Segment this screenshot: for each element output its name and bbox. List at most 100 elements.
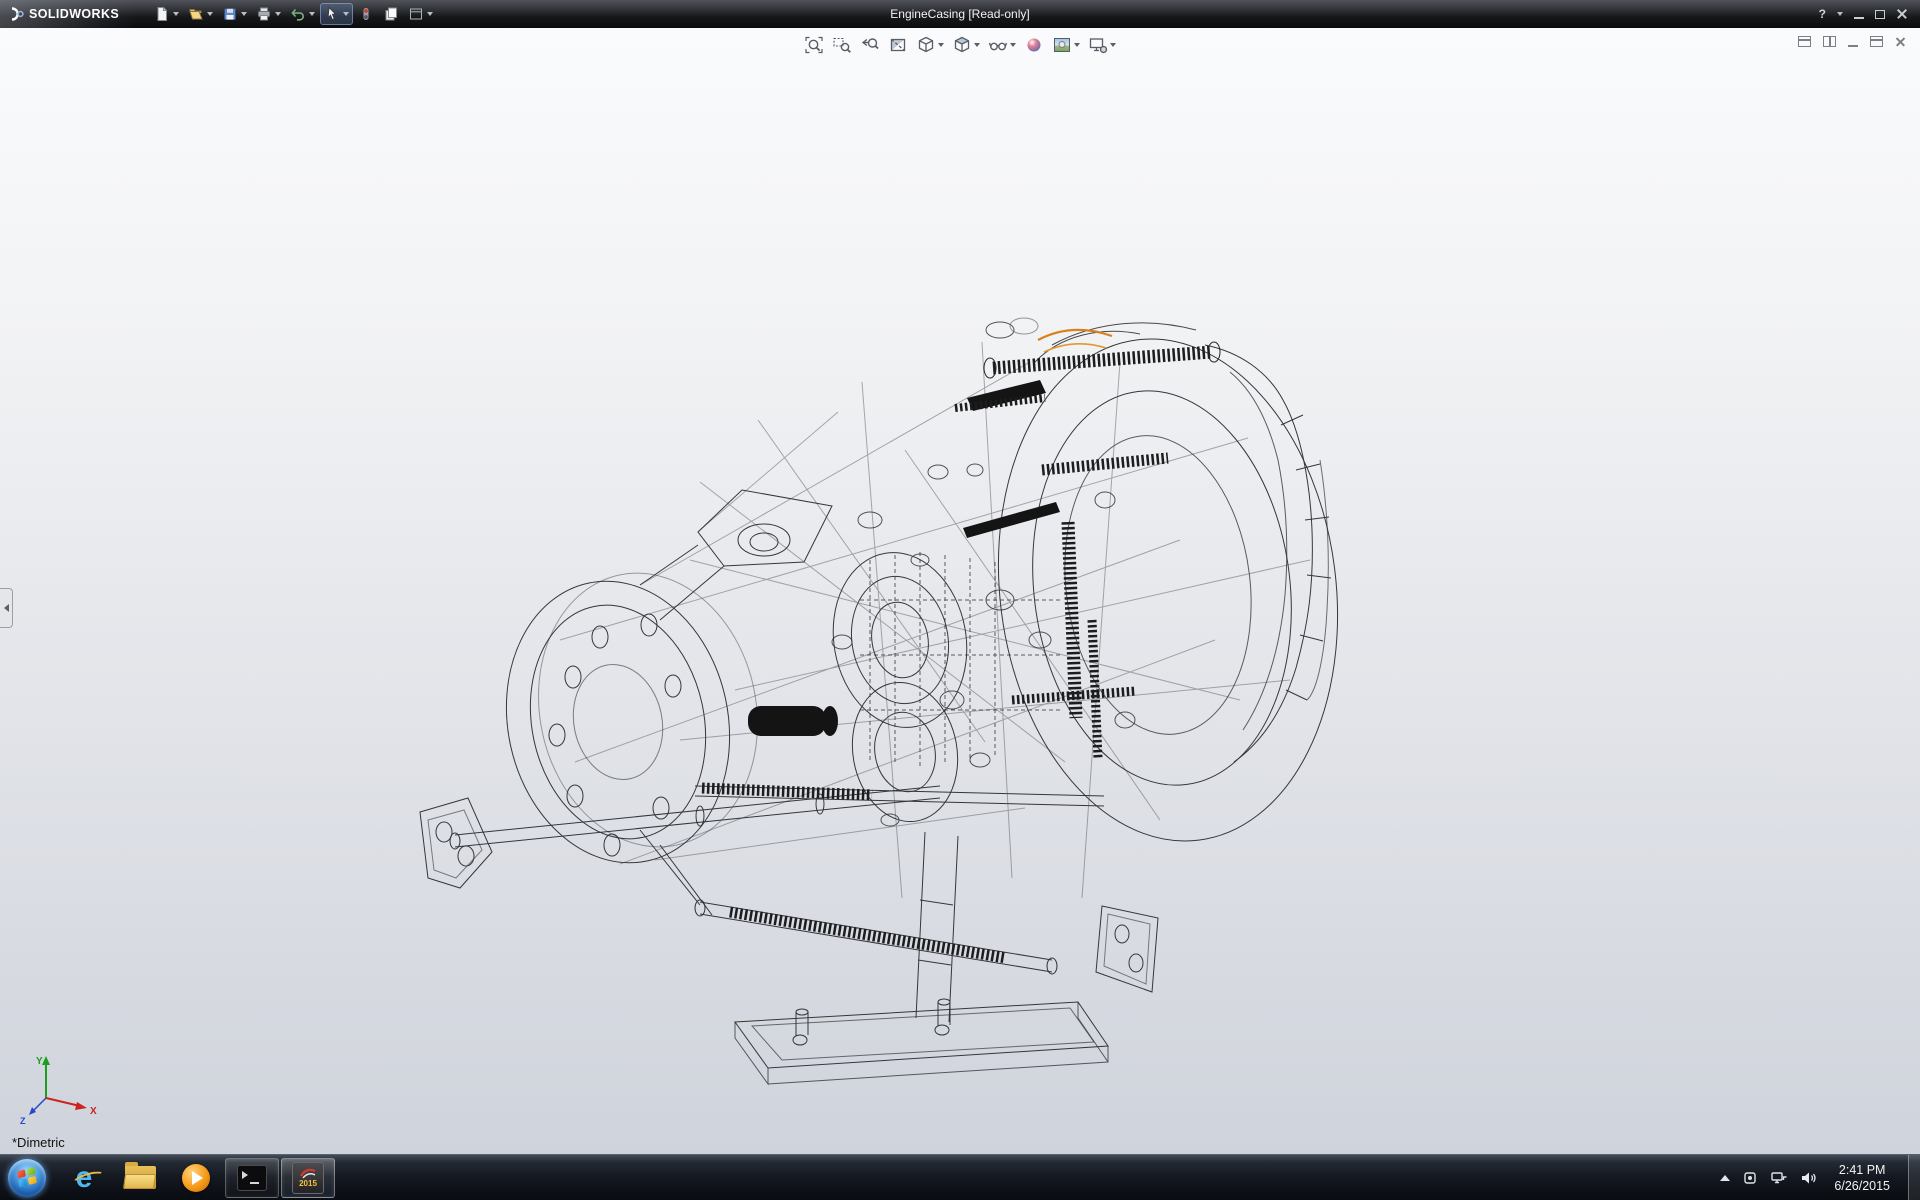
- springs: [702, 352, 1212, 958]
- document-title: EngineCasing [Read-only]: [890, 7, 1029, 21]
- apply-scene-icon: [1052, 35, 1072, 55]
- taskbar-items: e 2015: [56, 1155, 336, 1200]
- windows-explorer-button[interactable]: [113, 1158, 167, 1198]
- apply-scene-button[interactable]: [1050, 34, 1082, 56]
- titlebar: SOLIDWORKS: [0, 0, 1920, 28]
- help-button[interactable]: ?: [1819, 7, 1826, 21]
- tile-windows-button[interactable]: [1823, 36, 1836, 47]
- dropdown-caret: [427, 12, 433, 16]
- dropdown-caret: [173, 12, 179, 16]
- windows-logo-icon: [17, 1167, 38, 1188]
- model-wireframe-engine-casing[interactable]: [0, 28, 1920, 1154]
- help-dropdown-caret[interactable]: [1837, 12, 1843, 16]
- dropdown-caret: [1110, 43, 1116, 47]
- dropdown-caret: [938, 43, 944, 47]
- new-document-icon: [154, 6, 170, 22]
- shafts: [450, 786, 1104, 974]
- dropdown-caret: [309, 12, 315, 16]
- solidworks-version-badge: 2015: [299, 1180, 317, 1188]
- standard-toolbar: [151, 4, 436, 24]
- highlighted-edges: [1038, 330, 1112, 352]
- copy-button[interactable]: [380, 4, 402, 24]
- edit-appearance-button[interactable]: [1022, 34, 1046, 56]
- open-folder-icon: [188, 6, 204, 22]
- view-settings-button[interactable]: [1086, 34, 1118, 56]
- dropdown-caret: [275, 12, 281, 16]
- hide-show-items-icon: [988, 35, 1008, 55]
- solidworks-glyph-icon: [299, 1167, 317, 1179]
- heads-up-view-toolbar: [802, 34, 1118, 56]
- zoom-to-fit-button[interactable]: [802, 34, 826, 56]
- cascade-windows-button[interactable]: [1798, 36, 1811, 47]
- solidworks-window: SOLIDWORKS: [0, 0, 1920, 1200]
- save-button[interactable]: [219, 4, 250, 24]
- taskbar-clock[interactable]: 2:41 PM 6/26/2015: [1828, 1162, 1896, 1194]
- view-orientation-button[interactable]: [914, 34, 946, 56]
- options-button[interactable]: [405, 4, 436, 24]
- rebuild-button[interactable]: [355, 4, 377, 24]
- show-hidden-icons-button[interactable]: [1720, 1175, 1730, 1181]
- show-desktop-button[interactable]: [1908, 1155, 1920, 1200]
- media-player-button[interactable]: [169, 1158, 223, 1198]
- flange-bolt-holes: [549, 614, 681, 856]
- undo-button[interactable]: [287, 4, 318, 24]
- clock-time: 2:41 PM: [1834, 1162, 1890, 1178]
- minimize-button[interactable]: [1854, 17, 1864, 19]
- dropdown-caret: [241, 12, 247, 16]
- new-button[interactable]: [151, 4, 182, 24]
- start-button[interactable]: [8, 1159, 46, 1197]
- chevron-left-icon: [4, 604, 9, 612]
- feature-panel-expand-tab[interactable]: [0, 588, 13, 628]
- edit-appearance-icon: [1024, 35, 1044, 55]
- clock-date: 6/26/2015: [1834, 1178, 1890, 1194]
- hide-show-items-button[interactable]: [986, 34, 1018, 56]
- command-prompt-button[interactable]: [225, 1158, 279, 1198]
- section-view-button[interactable]: [886, 34, 910, 56]
- previous-view-icon: [860, 35, 880, 55]
- media-player-icon: [182, 1164, 210, 1192]
- save-icon: [222, 6, 238, 22]
- solidworks-logo: SOLIDWORKS: [0, 0, 135, 28]
- zoom-to-area-button[interactable]: [830, 34, 854, 56]
- dropdown-caret: [1074, 43, 1080, 47]
- display-style-button[interactable]: [950, 34, 982, 56]
- graphics-viewport[interactable]: Y X Z *Dimetric: [0, 28, 1920, 1154]
- volume-icon[interactable]: [1800, 1170, 1816, 1186]
- solidworks-app-icon: 2015: [292, 1162, 324, 1194]
- folder-icon: [125, 1166, 156, 1189]
- restore-button[interactable]: [1875, 10, 1885, 19]
- zoom-to-fit-icon: [804, 35, 824, 55]
- rebuild-icon: [358, 6, 374, 22]
- tray-app-icon[interactable]: [1742, 1170, 1758, 1186]
- dropdown-caret: [207, 12, 213, 16]
- view-orientation-label: *Dimetric: [12, 1135, 65, 1150]
- windows-taskbar: e 2015: [0, 1154, 1920, 1200]
- restore-document-button[interactable]: [1870, 36, 1883, 47]
- close-button[interactable]: [1896, 8, 1908, 20]
- command-prompt-icon: [237, 1165, 267, 1191]
- print-button[interactable]: [253, 4, 284, 24]
- construction-lines: [560, 342, 1310, 898]
- select-cursor-icon: [324, 6, 340, 22]
- view-settings-icon: [1088, 35, 1108, 55]
- document-window-controls: [1798, 36, 1906, 47]
- zoom-to-area-icon: [832, 35, 852, 55]
- left-flange: [481, 553, 782, 884]
- minimize-document-button[interactable]: [1848, 45, 1858, 47]
- undo-icon: [290, 6, 306, 22]
- system-tray: 2:41 PM 6/26/2015: [1720, 1155, 1920, 1200]
- solidworks-2015-button[interactable]: 2015: [281, 1158, 335, 1198]
- previous-view-button[interactable]: [858, 34, 882, 56]
- triad-x-label: X: [90, 1106, 97, 1117]
- app-name: SOLIDWORKS: [29, 7, 119, 21]
- select-button[interactable]: [321, 4, 352, 24]
- dassault-logo-icon: [8, 7, 24, 21]
- close-document-button[interactable]: [1895, 36, 1906, 47]
- center-bores: [820, 542, 981, 830]
- internet-explorer-button[interactable]: e: [57, 1158, 111, 1198]
- open-button[interactable]: [185, 4, 216, 24]
- reference-triad: Y X Z: [16, 1052, 112, 1128]
- dropdown-caret: [974, 43, 980, 47]
- section-view-icon: [888, 35, 908, 55]
- network-icon[interactable]: [1770, 1170, 1788, 1186]
